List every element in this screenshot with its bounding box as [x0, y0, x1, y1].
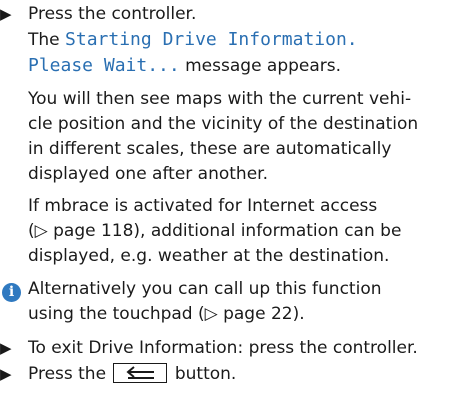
step-bullet: ▶ — [0, 5, 12, 23]
paragraph-line: displayed, e.g. weather at the destinati… — [28, 246, 390, 266]
back-arrow-icon — [126, 366, 155, 379]
paragraph-line: cle position and the vicinity of the des… — [28, 114, 419, 134]
step-text-post: button. — [169, 364, 237, 384]
info-line-2: using the touchpad (▷ page 22). — [28, 304, 305, 324]
step-text: Press the controller. — [28, 4, 197, 24]
message-paragraph: The Starting Drive Information. Please W… — [28, 27, 458, 79]
message-line-2: Please Wait... message appears. — [28, 53, 458, 79]
paragraph-line: You will then see maps with the current … — [28, 89, 412, 109]
step-text-pre: Press the — [28, 364, 112, 384]
info-line-1: i Alternatively you can call up this func… — [0, 277, 460, 302]
paragraph-line: If mbrace is activated for Internet acce… — [28, 196, 378, 216]
step-bullet: ▶ — [0, 339, 12, 357]
back-button-symbol — [113, 363, 168, 383]
message-prefix: The — [28, 30, 66, 50]
info-note: i Alternatively you can call up this func… — [0, 277, 460, 327]
display-message-part-2: Please Wait... — [28, 55, 180, 76]
step-press-back-button: ▶ Press the button. — [0, 362, 236, 387]
step-text: To exit Drive Information: press the con… — [28, 338, 418, 358]
info-text-1: Alternatively you can call up this funct… — [28, 279, 382, 299]
step-bullet: ▶ — [0, 365, 12, 383]
maps-paragraph: You will then see maps with the current … — [28, 87, 458, 187]
step-press-controller: ▶ Press the controller. — [0, 2, 196, 27]
page-reference-line: (▷ page 118), additional information can… — [28, 221, 402, 241]
message-line-1: The Starting Drive Information. — [28, 27, 458, 53]
paragraph-line: displayed one after another. — [28, 164, 269, 184]
info-icon: i — [2, 283, 21, 302]
step-exit-drive-information: ▶ To exit Drive Information: press the co… — [0, 336, 418, 361]
message-suffix: message appears. — [179, 56, 342, 76]
paragraph-line: in different scales, these are automatic… — [28, 139, 392, 159]
display-message-part-1: Starting Drive Information. — [65, 29, 358, 50]
mbrace-paragraph: If mbrace is activated for Internet acce… — [28, 194, 458, 269]
